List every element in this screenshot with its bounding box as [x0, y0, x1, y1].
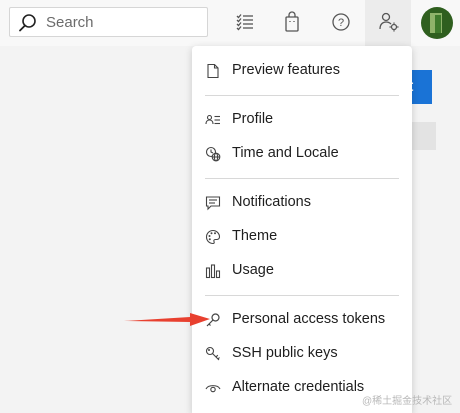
menu-item-label: Time and Locale [232, 145, 339, 161]
menu-item-time-and-locale[interactable]: Time and Locale [192, 139, 412, 169]
menu-item-ssh-public-keys[interactable]: SSH public keys [192, 339, 412, 369]
menu-item-notifications[interactable]: Notifications [192, 188, 412, 218]
marketplace-bag-icon[interactable] [281, 11, 303, 33]
eye-icon [205, 385, 221, 393]
work-items-icon[interactable] [234, 11, 256, 33]
svg-text:?: ? [338, 17, 344, 29]
menu-item-label: Theme [232, 228, 278, 244]
user-settings-button[interactable] [365, 0, 411, 46]
watermark: @稀土掘金技术社区 [362, 396, 453, 407]
help-icon[interactable]: ? [330, 11, 352, 33]
search-icon [19, 14, 36, 32]
menu-item-label: Alternate credentials [232, 379, 365, 395]
menu-divider [205, 295, 399, 296]
menu-item-usage[interactable]: Usage [192, 256, 412, 286]
menu-divider [205, 178, 399, 179]
avatar[interactable] [421, 7, 453, 39]
menu-item-label: Personal access tokens [232, 311, 386, 327]
ssh-key-icon [205, 346, 220, 361]
palette-icon [205, 229, 221, 245]
user-settings-menu: Preview features Profile Time and Locale [192, 46, 412, 413]
menu-item-label: Usage [232, 262, 274, 278]
search-box[interactable] [9, 7, 208, 37]
globe-clock-icon [205, 146, 221, 162]
menu-item-label: Profile [232, 111, 274, 127]
menu-item-label: Preview features [232, 62, 340, 78]
menu-item-label: Notifications [232, 194, 311, 210]
bar-chart-icon [205, 264, 221, 279]
menu-item-theme[interactable]: Theme [192, 222, 412, 252]
search-input[interactable] [46, 12, 201, 32]
profile-card-icon [205, 114, 220, 125]
annotation-arrow [124, 313, 210, 326]
menu-item-personal-access-tokens[interactable]: Personal access tokens [192, 305, 412, 335]
top-bar: ? [0, 0, 460, 46]
document-icon [207, 63, 219, 79]
menu-divider [205, 95, 399, 96]
menu-item-preview-features[interactable]: Preview features [192, 56, 412, 86]
menu-item-label: SSH public keys [232, 345, 338, 361]
user-settings-icon [379, 12, 399, 32]
menu-item-profile[interactable]: Profile [192, 105, 412, 135]
chat-bubble-icon [205, 196, 221, 211]
